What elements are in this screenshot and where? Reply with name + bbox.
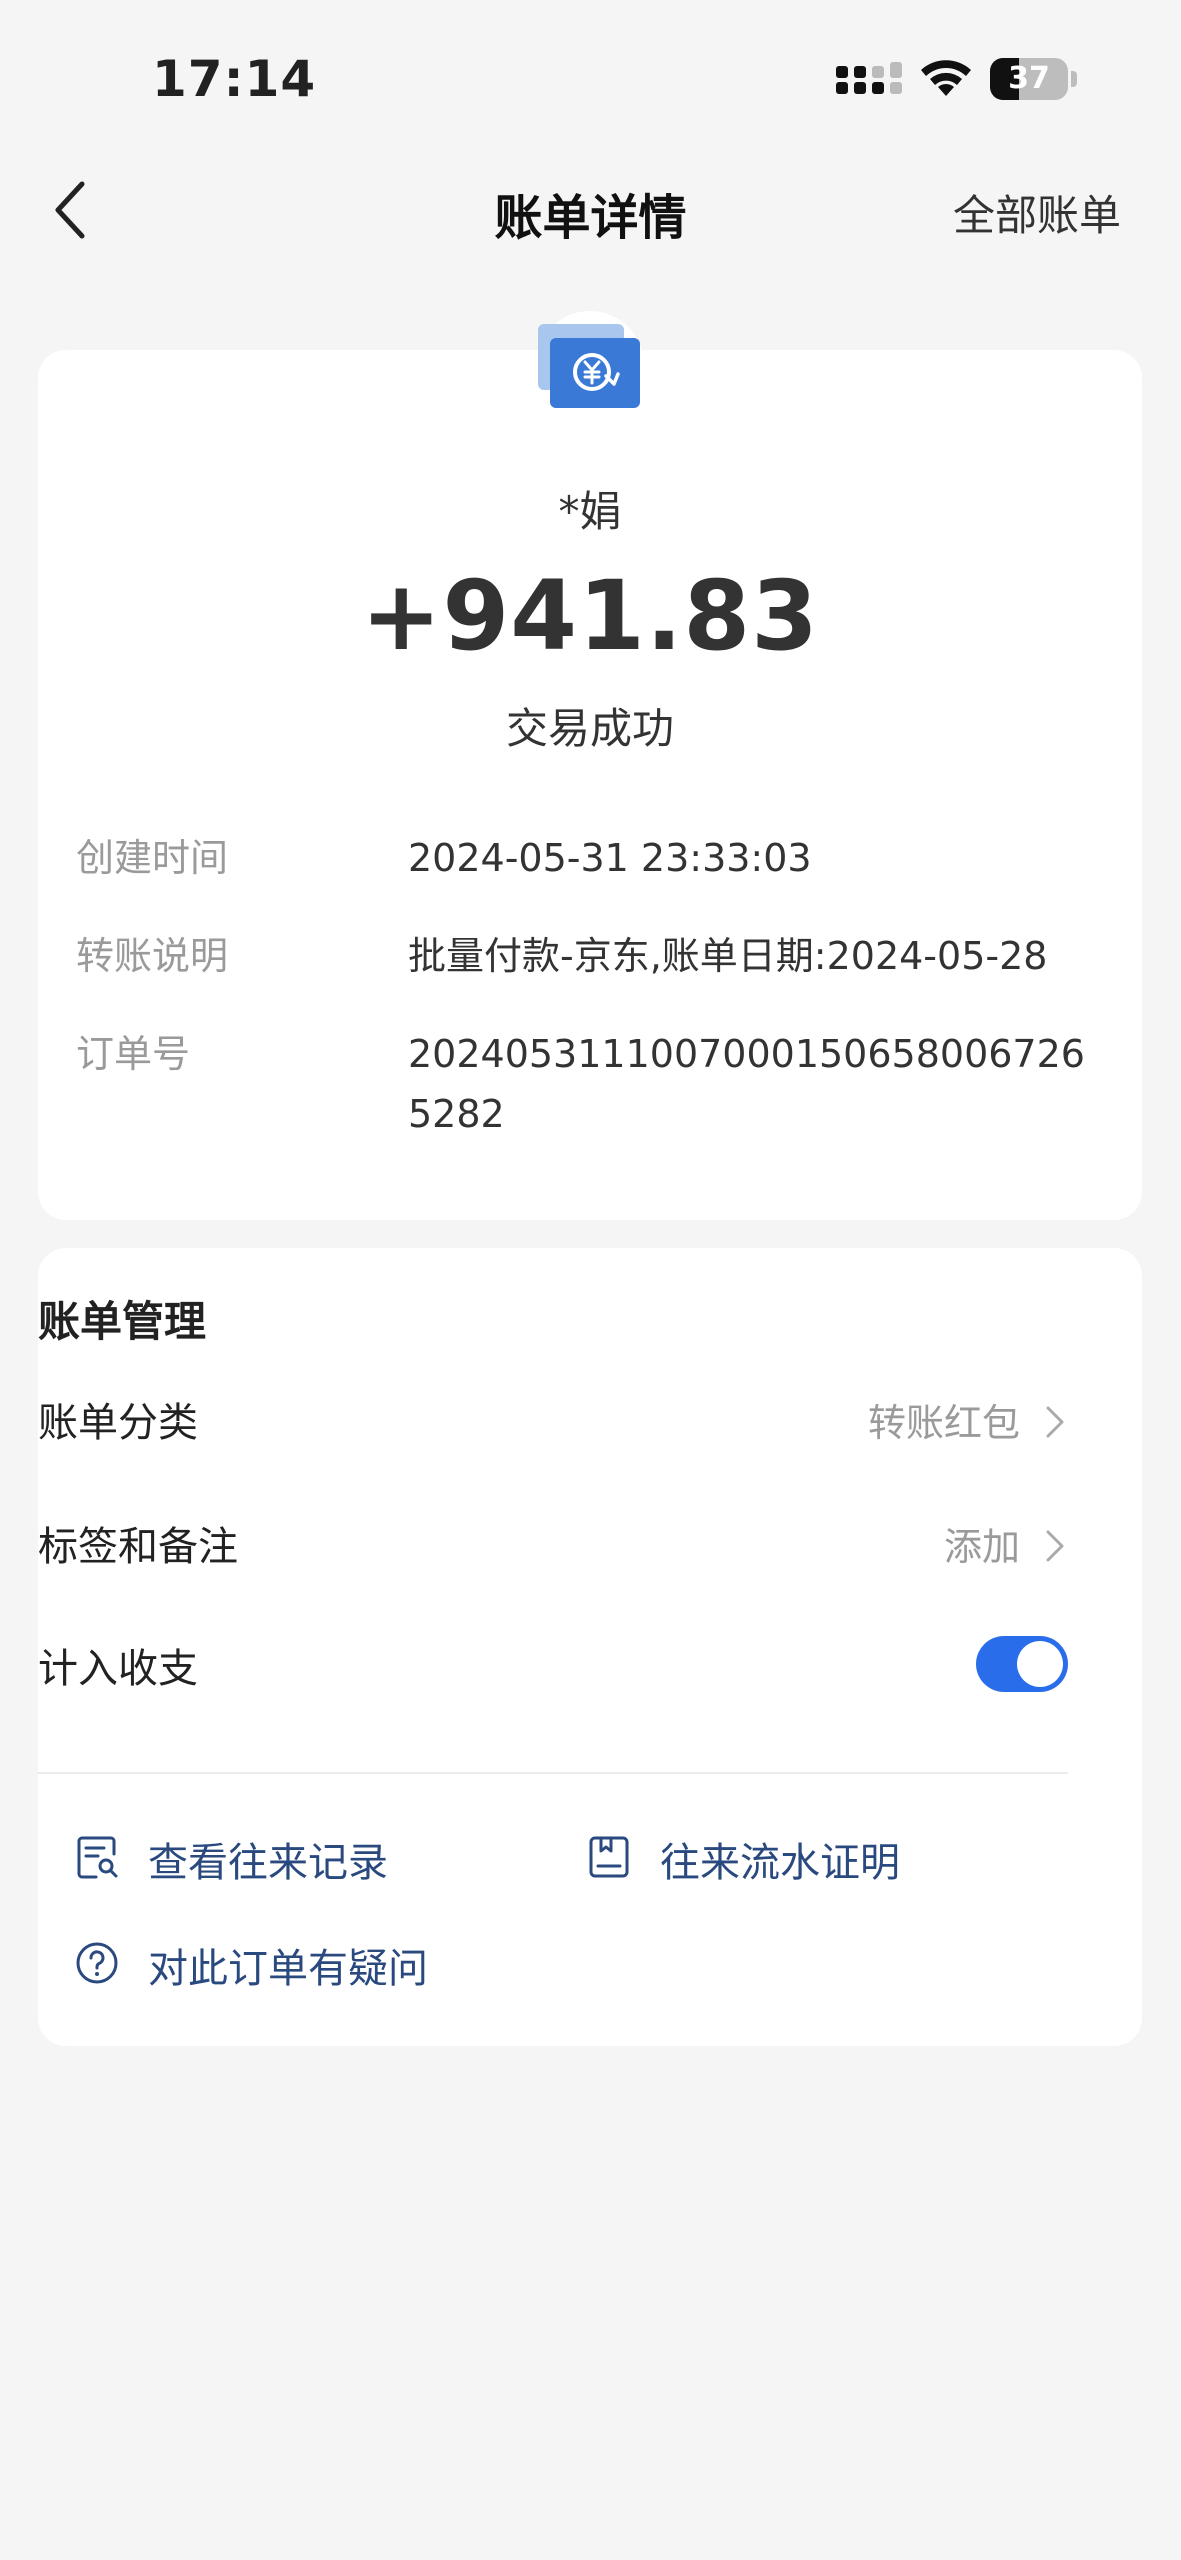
order-question-label: 对此订单有疑问 — [148, 1946, 428, 1992]
cellular-signal-icon — [836, 62, 902, 94]
income-expense-toggle[interactable] — [976, 1636, 1068, 1692]
bill-category-value: 转账红包 — [867, 1401, 1020, 1445]
view-records-link[interactable]: 查看往来记录 — [74, 1824, 474, 1894]
income-expense-label: 计入收支 — [38, 1646, 198, 1692]
chevron-right-icon — [1046, 1530, 1064, 1562]
detail-value: 批量付款-京东,账单日期:2024-05-28 — [408, 934, 1048, 978]
all-bills-link[interactable]: 全部账单 — [953, 182, 1121, 243]
status-time: 17:14 — [152, 50, 317, 108]
statement-proof-link[interactable]: 往来流水证明 — [586, 1824, 986, 1894]
bill-category-row[interactable]: 账单分类 转账红包 — [38, 1368, 1068, 1468]
back-button[interactable] — [40, 170, 110, 250]
status-bar: 17:14 37 — [0, 0, 1181, 150]
detail-value: 2024-05-31 23:33:03 — [408, 836, 812, 880]
view-records-label: 查看往来记录 — [148, 1840, 388, 1886]
detail-label: 订单号 — [76, 1032, 191, 1076]
toggle-knob — [1017, 1641, 1063, 1687]
chevron-left-icon — [55, 181, 85, 239]
chevron-right-icon — [1046, 1406, 1064, 1438]
transaction-status: 交易成功 — [505, 704, 674, 753]
detail-label: 转账说明 — [76, 934, 229, 978]
transaction-amount: +941.83 — [361, 560, 819, 672]
section-title: 账单管理 — [38, 1297, 207, 1346]
statement-proof-label: 往来流水证明 — [660, 1840, 900, 1886]
transaction-card: *娟 +941.83 交易成功 创建时间 2024-05-31 23:33:03… — [38, 311, 1142, 1220]
income-expense-row: 计入收支 — [38, 1614, 1068, 1714]
question-circle-icon — [76, 1942, 118, 1984]
transfer-yuan-icon — [536, 311, 644, 419]
detail-label: 创建时间 — [76, 836, 229, 880]
statement-proof-icon — [589, 1836, 629, 1878]
battery-level: 37 — [1008, 61, 1050, 96]
order-number-value[interactable]: 20240531110070001506580067265282 — [408, 1024, 1108, 1144]
wifi-icon — [921, 60, 971, 96]
tags-notes-row[interactable]: 标签和备注 添加 — [38, 1492, 1068, 1592]
divider — [38, 1772, 1068, 1774]
record-search-icon — [77, 1836, 118, 1879]
tags-notes-value: 添加 — [943, 1525, 1020, 1569]
tags-notes-label: 标签和备注 — [38, 1524, 238, 1570]
payer-name: *娟 — [558, 487, 622, 536]
order-question-link[interactable]: 对此订单有疑问 — [74, 1930, 574, 2000]
nav-bar: 账单详情 全部账单 — [0, 150, 1181, 270]
bill-category-label: 账单分类 — [38, 1400, 198, 1446]
battery-icon: 37 — [990, 58, 1078, 100]
